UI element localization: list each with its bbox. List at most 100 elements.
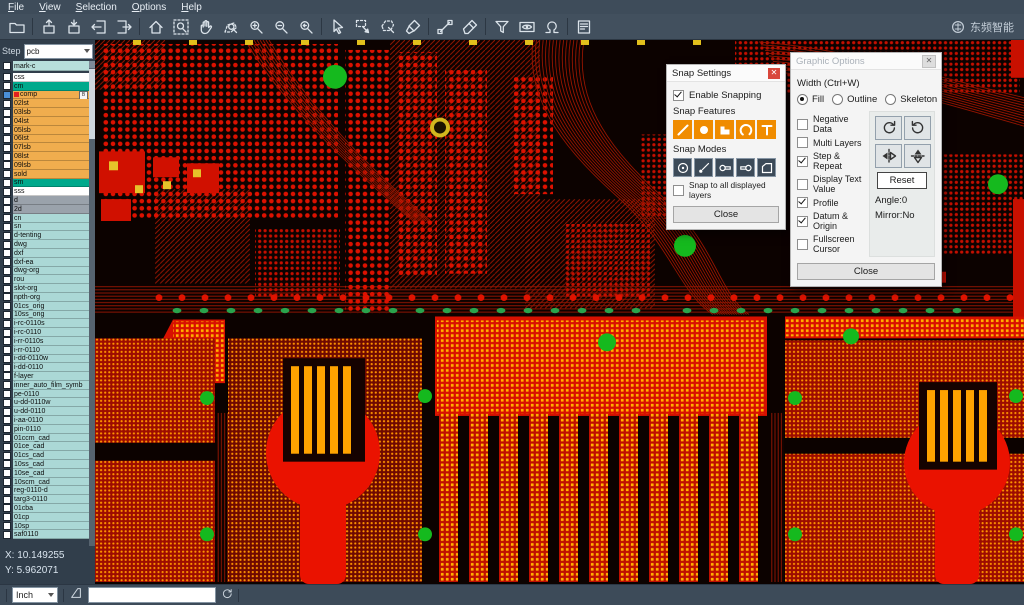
layer-visibility-checkbox[interactable] bbox=[3, 126, 11, 134]
option-row[interactable]: Display Text Value bbox=[797, 174, 864, 194]
step-select[interactable]: pcb bbox=[24, 44, 93, 59]
layer-visibility-checkbox[interactable] bbox=[3, 91, 11, 99]
notes-panel-button[interactable] bbox=[571, 16, 596, 38]
checkbox-negative-data[interactable] bbox=[797, 119, 808, 130]
snap-close-button[interactable]: Close bbox=[673, 206, 779, 223]
layer-name[interactable]: i-dd-0110 bbox=[13, 363, 89, 372]
pan-hand-button[interactable] bbox=[193, 16, 218, 38]
layer-visibility-checkbox[interactable] bbox=[3, 249, 11, 257]
snap-line-button[interactable] bbox=[673, 120, 692, 139]
layer-name[interactable]: 10scm_cad bbox=[13, 478, 89, 487]
layer-name[interactable]: dxf bbox=[13, 249, 89, 258]
mirror-v-button[interactable] bbox=[904, 144, 931, 168]
layer-name[interactable]: 03lsb bbox=[13, 108, 89, 117]
checkbox-fullscreen-cursor[interactable] bbox=[797, 239, 808, 250]
zoom-fit-button[interactable] bbox=[168, 16, 193, 38]
layer-name[interactable]: inner_auto_film_symb bbox=[13, 381, 89, 390]
layer-visibility-checkbox[interactable] bbox=[3, 161, 11, 169]
layer-visibility-checkbox[interactable] bbox=[3, 522, 11, 530]
layer-visibility-checkbox[interactable] bbox=[3, 408, 11, 416]
option-row[interactable]: Fullscreen Cursor bbox=[797, 234, 864, 254]
measure-button[interactable] bbox=[432, 16, 457, 38]
snap-key-right-button[interactable] bbox=[736, 158, 755, 177]
layer-name[interactable]: dwg-org bbox=[13, 267, 89, 276]
layer-name[interactable]: reg-0110-d bbox=[13, 486, 89, 495]
layer-name[interactable]: d-tenting bbox=[13, 231, 89, 240]
layer-visibility-checkbox[interactable] bbox=[3, 197, 11, 205]
layer-name[interactable]: 10ss_cad bbox=[13, 460, 89, 469]
open-folder-button[interactable] bbox=[4, 16, 29, 38]
checkbox-multi-layers[interactable] bbox=[797, 137, 808, 148]
layer-name[interactable]: npth-org bbox=[13, 293, 89, 302]
corner-page-icon[interactable] bbox=[69, 586, 83, 605]
zoom-area-button[interactable] bbox=[218, 16, 243, 38]
layer-name[interactable]: pin-0110 bbox=[13, 425, 89, 434]
layer-name[interactable]: 04lst bbox=[13, 117, 89, 126]
layer-visibility-checkbox[interactable] bbox=[3, 302, 11, 310]
layer-visibility-checkbox[interactable] bbox=[3, 73, 11, 81]
close-icon[interactable]: ✕ bbox=[768, 68, 780, 79]
option-row[interactable]: Datum & Origin bbox=[797, 211, 864, 231]
layer-name[interactable]: 08lst bbox=[13, 152, 89, 161]
page-out-button[interactable] bbox=[111, 16, 136, 38]
menu-item-selection[interactable]: Selection bbox=[76, 2, 117, 13]
layer-name[interactable]: sm bbox=[13, 179, 89, 188]
mirror-h-button[interactable] bbox=[875, 144, 902, 168]
layer-name[interactable]: dxf-ea bbox=[13, 258, 89, 267]
layer-visibility-checkbox[interactable] bbox=[3, 100, 11, 108]
layer-name[interactable]: i-dd-0110w bbox=[13, 355, 89, 364]
layer-visibility-checkbox[interactable] bbox=[3, 443, 11, 451]
layer-name[interactable]: mark-c bbox=[13, 61, 89, 71]
layer-visibility-checkbox[interactable] bbox=[3, 372, 11, 380]
layer-name[interactable]: u-dd-0110 bbox=[13, 407, 89, 416]
layer-visibility-checkbox[interactable] bbox=[3, 346, 11, 354]
layer-name[interactable]: i-aa-0110 bbox=[13, 416, 89, 425]
layer-name[interactable]: sss bbox=[13, 187, 89, 196]
checkbox-display-text-value[interactable] bbox=[797, 179, 808, 190]
snap-half-button[interactable] bbox=[694, 158, 713, 177]
option-row[interactable]: Negative Data bbox=[797, 114, 864, 134]
filter-button[interactable] bbox=[489, 16, 514, 38]
home-button[interactable] bbox=[143, 16, 168, 38]
option-row[interactable]: Multi Layers bbox=[797, 137, 864, 148]
layer-name[interactable]: i-rc-0110 bbox=[13, 328, 89, 337]
menu-item-options[interactable]: Options bbox=[132, 2, 166, 13]
option-row[interactable]: Profile bbox=[797, 197, 864, 208]
layer-visibility-checkbox[interactable] bbox=[3, 513, 11, 521]
layer-visibility-checkbox[interactable] bbox=[3, 381, 11, 389]
snap-magnet-button[interactable] bbox=[539, 16, 564, 38]
command-input[interactable] bbox=[88, 587, 216, 603]
layer-name[interactable]: 01cba bbox=[13, 504, 89, 513]
page-in-button[interactable] bbox=[86, 16, 111, 38]
rotate-ccw-button[interactable] bbox=[904, 116, 931, 140]
view-box-button[interactable] bbox=[514, 16, 539, 38]
menu-item-file[interactable]: File bbox=[8, 2, 24, 13]
radio-fill-button[interactable] bbox=[797, 94, 808, 105]
snap-arc-button[interactable] bbox=[736, 120, 755, 139]
layer-visibility-checkbox[interactable] bbox=[3, 311, 11, 319]
layer-name[interactable]: 10sp bbox=[13, 522, 89, 531]
zoom-previous-button[interactable] bbox=[293, 16, 318, 38]
layer-visibility-checkbox[interactable] bbox=[3, 355, 11, 363]
zoom-in-button[interactable] bbox=[243, 16, 268, 38]
layer-name[interactable]: dwg bbox=[13, 240, 89, 249]
layer-visibility-checkbox[interactable] bbox=[3, 62, 11, 70]
layer-visibility-checkbox[interactable] bbox=[3, 109, 11, 117]
layer-visibility-checkbox[interactable] bbox=[3, 504, 11, 512]
layer-name[interactable]: i-rr-0110s bbox=[13, 337, 89, 346]
select-arrow-button[interactable] bbox=[325, 16, 350, 38]
option-row[interactable]: Step & Repeat bbox=[797, 151, 864, 171]
layer-visibility-checkbox[interactable] bbox=[3, 241, 11, 249]
layer-name[interactable]: d bbox=[13, 196, 89, 205]
layer-name[interactable]: 06lst bbox=[13, 135, 89, 144]
layer-name[interactable]: 09lsb bbox=[13, 161, 89, 170]
layer-name[interactable]: 01cp bbox=[13, 513, 89, 522]
layer-name[interactable]: css bbox=[13, 73, 89, 82]
import-down-button[interactable] bbox=[61, 16, 86, 38]
select-rect-button[interactable] bbox=[350, 16, 375, 38]
layer-visibility-checkbox[interactable] bbox=[3, 205, 11, 213]
checkbox-profile[interactable] bbox=[797, 197, 808, 208]
layer-visibility-checkbox[interactable] bbox=[3, 320, 11, 328]
snap-key-left-button[interactable] bbox=[715, 158, 734, 177]
close-icon[interactable]: ✕ bbox=[922, 55, 936, 68]
